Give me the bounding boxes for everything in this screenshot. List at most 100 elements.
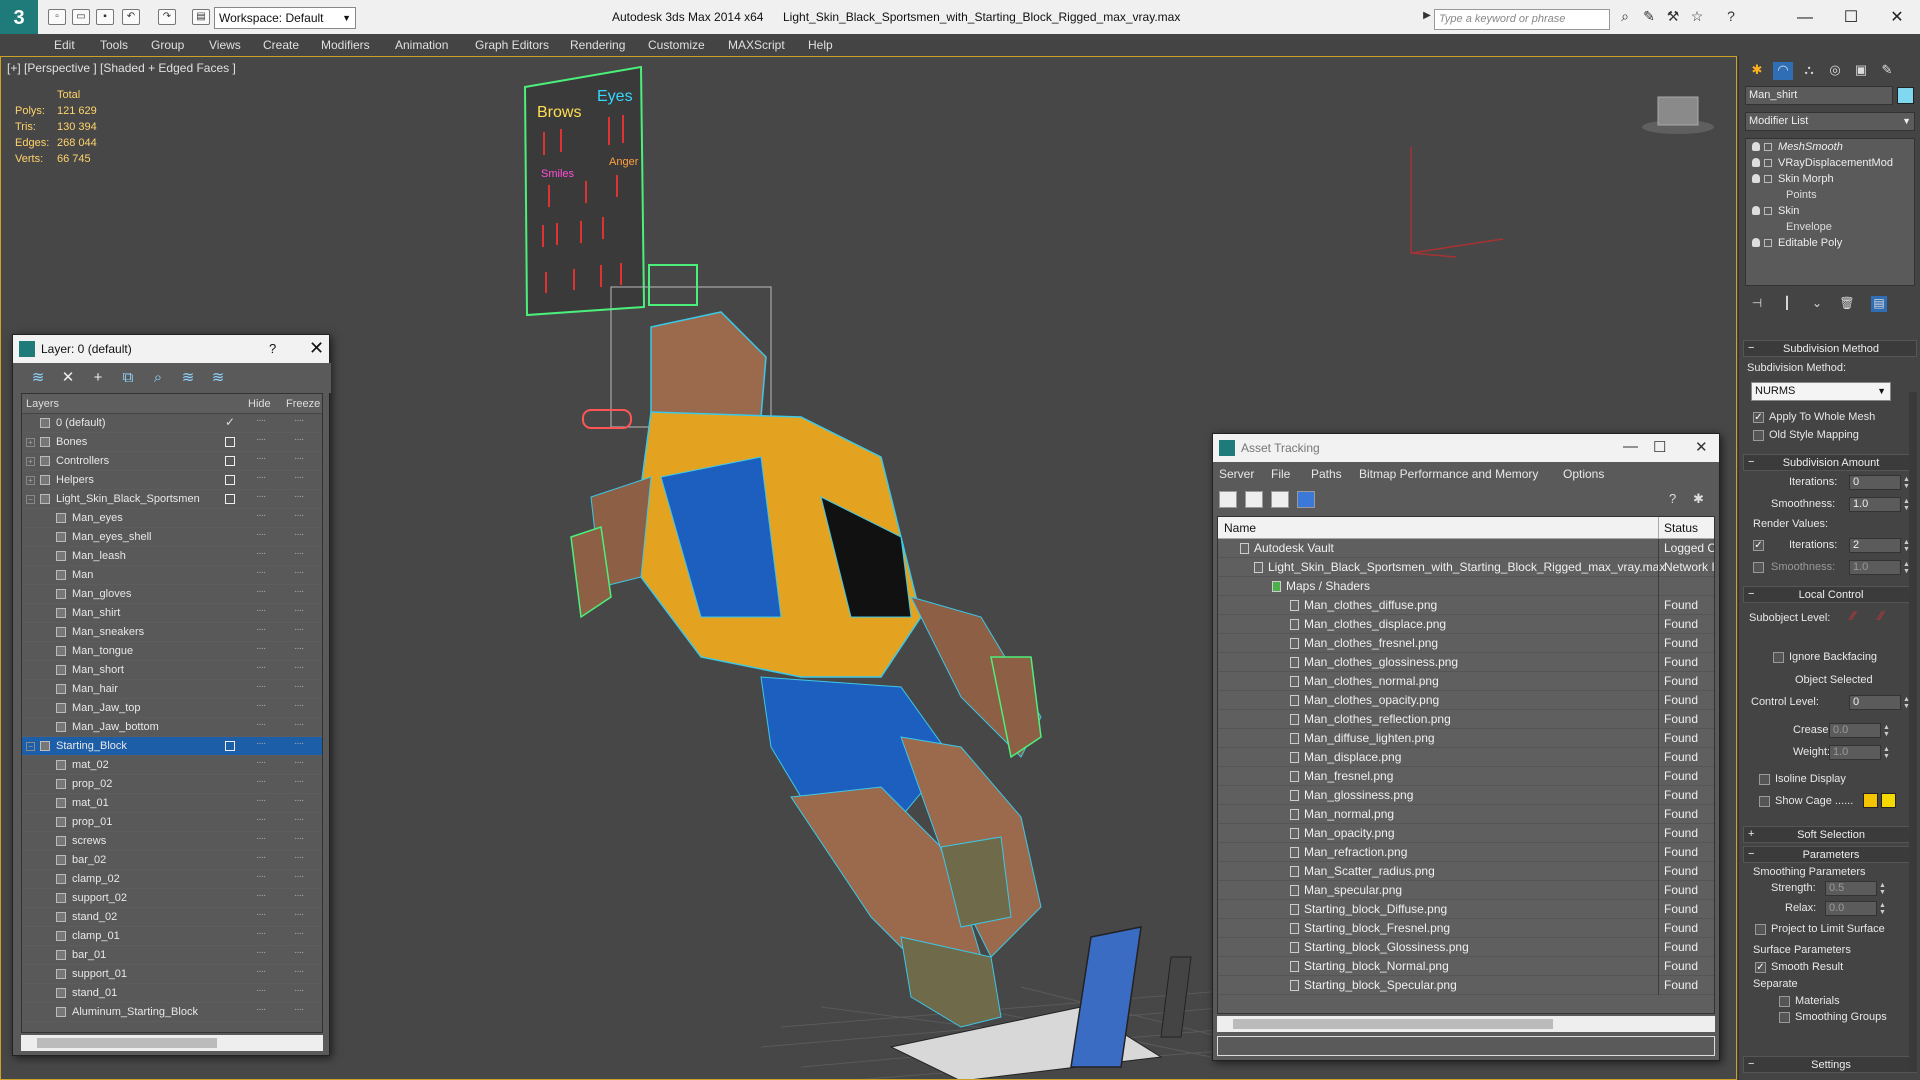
sportsman-model[interactable]	[570, 264, 1042, 1028]
collapse-icon[interactable]: −	[26, 742, 35, 751]
hide-toggle[interactable]	[225, 437, 235, 447]
search-input[interactable]: Type a keyword or phrase	[1434, 9, 1610, 30]
layer-row[interactable]: mat_01 ···· ····	[22, 794, 322, 813]
layer-row[interactable]: Man_gloves ···· ····	[22, 585, 322, 604]
modifier-list-dropdown[interactable]: Modifier List ▼	[1745, 112, 1915, 131]
freeze-toggle[interactable]: ····	[294, 472, 304, 483]
layer-row[interactable]: Man_eyes ···· ····	[22, 509, 322, 528]
freeze-toggle[interactable]: ····	[294, 491, 304, 502]
asset-menu-file[interactable]: File	[1271, 467, 1290, 481]
app-logo-icon[interactable]: 3	[0, 0, 38, 36]
hierarchy-tab-icon[interactable]: ⛬	[1799, 62, 1819, 80]
asset-row[interactable]: Man_normal.png Found	[1218, 805, 1714, 824]
column-hide[interactable]: Hide	[248, 398, 271, 410]
asset-row[interactable]: Starting_block_Glossiness.png Found	[1218, 938, 1714, 957]
create-tab-icon[interactable]: ✱	[1747, 62, 1767, 80]
layer-row[interactable]: Aluminum_Starting_Block ···· ····	[22, 1003, 322, 1022]
layer-row[interactable]: Man_hair ···· ····	[22, 680, 322, 699]
spinner-arrows-icon[interactable]: ▲ ▼	[1883, 746, 1891, 761]
favorites-star-icon[interactable]: ☆	[1688, 9, 1706, 25]
hide-toggle[interactable]: ····	[256, 871, 266, 882]
freeze-toggle[interactable]: ····	[294, 871, 304, 882]
hide-toggle[interactable]: ····	[256, 966, 266, 977]
hide-toggle[interactable]: ····	[256, 415, 266, 426]
layer-row[interactable]: mat_02 ···· ····	[22, 756, 322, 775]
layer-row[interactable]: prop_02 ···· ····	[22, 775, 322, 794]
expand-icon[interactable]: +	[26, 476, 35, 485]
layer-row[interactable]: Man_sneakers ···· ····	[22, 623, 322, 642]
settings-icon[interactable]: ✱	[1693, 491, 1711, 508]
display-tab-icon[interactable]: ▣	[1851, 62, 1871, 80]
control-level-spinner[interactable]: 0	[1849, 695, 1901, 710]
redo-icon[interactable]: ↷	[158, 9, 176, 25]
hide-toggle[interactable]: ····	[256, 719, 266, 730]
freeze-toggle[interactable]: ····	[294, 548, 304, 559]
highlight-layer-icon[interactable]: ⌕	[149, 369, 167, 387]
hide-toggle[interactable]: ····	[256, 605, 266, 616]
hide-toggle[interactable]	[225, 741, 235, 751]
render-iterations-checkbox[interactable]: ✓	[1753, 540, 1764, 551]
hide-toggle[interactable]: ····	[256, 453, 266, 464]
hide-toggle[interactable]: ····	[256, 833, 266, 844]
layer-row[interactable]: Man_leash ···· ····	[22, 547, 322, 566]
layer-row[interactable]: Man_eyes_shell ···· ····	[22, 528, 322, 547]
cage-color-swatch-1[interactable]	[1863, 793, 1878, 808]
layer-row[interactable]: bar_02 ···· ····	[22, 851, 322, 870]
freeze-toggle[interactable]: ····	[294, 624, 304, 635]
modifier-stack-item[interactable]: MeshSmooth	[1746, 139, 1914, 155]
save-file-icon[interactable]: ▪	[96, 9, 114, 25]
asset-row[interactable]: Maps / Shaders	[1218, 577, 1714, 596]
freeze-toggle[interactable]: ····	[294, 776, 304, 787]
close-button[interactable]: ✕	[1882, 6, 1912, 30]
freeze-toggle[interactable]: ····	[294, 719, 304, 730]
menu-graph-editors[interactable]: Graph Editors	[475, 38, 549, 52]
asset-menu-paths[interactable]: Paths	[1311, 467, 1342, 481]
command-panel-scrollbar[interactable]	[1909, 392, 1917, 1072]
layer-row[interactable]: + Controllers ···· ····	[22, 452, 322, 471]
asset-row[interactable]: Man_clothes_fresnel.png Found	[1218, 634, 1714, 653]
make-unique-icon[interactable]: ⌄	[1809, 296, 1825, 312]
object-color-swatch[interactable]	[1897, 87, 1914, 104]
hide-toggle[interactable]: ····	[256, 472, 266, 483]
freeze-toggle[interactable]: ····	[294, 985, 304, 996]
menu-help[interactable]: Help	[808, 38, 833, 52]
freeze-toggle[interactable]: ····	[294, 662, 304, 673]
lightbulb-icon[interactable]	[1752, 142, 1760, 151]
column-freeze[interactable]: Freeze	[286, 398, 320, 410]
expand-icon[interactable]: +	[26, 438, 35, 447]
asset-row[interactable]: Man_diffuse_lighten.png Found	[1218, 729, 1714, 748]
expand-icon[interactable]	[1764, 175, 1772, 183]
layer-row[interactable]: Man_Jaw_bottom ···· ····	[22, 718, 322, 737]
spinner-arrows-icon[interactable]: ▲ ▼	[1883, 724, 1891, 739]
asset-window-titlebar[interactable]: Asset Tracking — ☐ ✕	[1213, 434, 1719, 462]
hide-toggle[interactable]: ····	[256, 928, 266, 939]
hide-toggle[interactable]: ····	[256, 890, 266, 901]
freeze-toggle[interactable]: ····	[294, 586, 304, 597]
rollout-subdivision-amount[interactable]: − Subdivision Amount	[1743, 454, 1917, 471]
menu-customize[interactable]: Customize	[648, 38, 705, 52]
asset-row[interactable]: Man_clothes_diffuse.png Found	[1218, 596, 1714, 615]
table-view-icon[interactable]	[1297, 491, 1315, 508]
hide-toggle[interactable]	[225, 494, 235, 504]
tree-view-icon[interactable]	[1271, 491, 1289, 508]
layer-row[interactable]: prop_01 ···· ····	[22, 813, 322, 832]
vertex-level-icon[interactable]: ⁄⁄	[1851, 608, 1855, 623]
freeze-toggle[interactable]: ····	[294, 529, 304, 540]
layer-row[interactable]: − Light_Skin_Black_Sportsmen ···· ····	[22, 490, 322, 509]
asset-row[interactable]: Light_Skin_Black_Sportsmen_with_Starting…	[1218, 558, 1714, 577]
modifier-stack-item[interactable]: Points	[1746, 187, 1914, 203]
select-layer-icon[interactable]: ⧉	[119, 369, 137, 387]
menu-edit[interactable]: Edit	[54, 38, 75, 52]
expand-icon[interactable]	[1764, 143, 1772, 151]
project-limit-checkbox[interactable]	[1755, 924, 1766, 935]
hide-toggle[interactable]	[225, 475, 235, 485]
menu-create[interactable]: Create	[263, 38, 299, 52]
menu-modifiers[interactable]: Modifiers	[321, 38, 370, 52]
expand-icon[interactable]: +	[26, 457, 35, 466]
iterations-spinner[interactable]: 0	[1849, 475, 1901, 490]
help-button[interactable]: ?	[269, 341, 276, 356]
rollout-subdivision-method[interactable]: − Subdivision Method	[1743, 340, 1917, 357]
hide-toggle[interactable]: ····	[256, 586, 266, 597]
spinner-arrows-icon[interactable]: ▲ ▼	[1879, 882, 1887, 897]
layer-row[interactable]: Man_Jaw_top ···· ····	[22, 699, 322, 718]
